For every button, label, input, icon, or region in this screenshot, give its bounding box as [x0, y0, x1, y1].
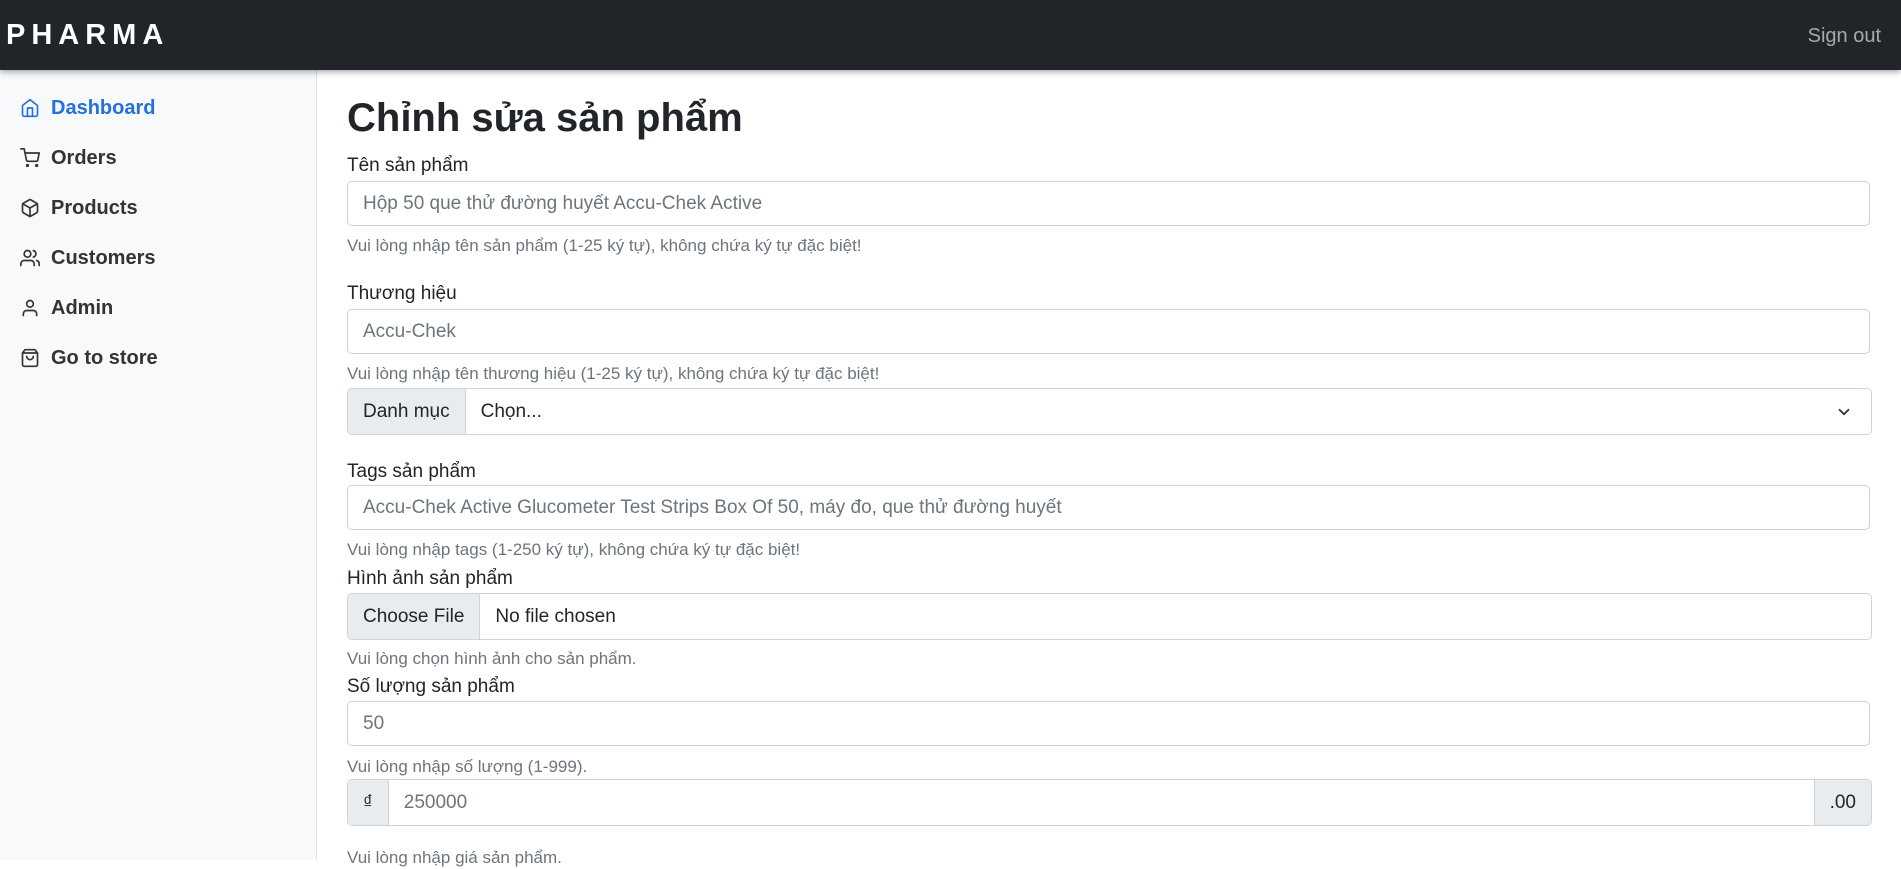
sidebar-item-label: Orders	[51, 146, 117, 169]
home-icon	[20, 98, 40, 118]
image-label: Hình ảnh sản phẩm	[347, 568, 513, 589]
choose-file-button[interactable]: Choose File	[348, 594, 481, 639]
quantity-help: Vui lòng nhập số lượng (1-999).	[347, 757, 588, 776]
category-select-group: Danh mục Chọn...	[347, 388, 1872, 435]
category-addon-label: Danh mục	[348, 389, 466, 434]
product-name-input[interactable]	[347, 181, 1870, 226]
currency-prefix: ₫	[348, 780, 389, 825]
brand-input[interactable]	[347, 309, 1870, 354]
tags-input[interactable]	[347, 485, 1870, 530]
price-help: Vui lòng nhập giá sản phẩm.	[347, 848, 562, 867]
sidebar-item-label: Go to store	[51, 346, 158, 369]
product-name-label: Tên sản phẩm	[347, 155, 469, 176]
shopping-bag-icon	[20, 348, 40, 368]
sidebar-item-dashboard[interactable]: Dashboard	[20, 92, 155, 124]
category-select[interactable]: Chọn...	[466, 389, 1829, 434]
page-title: Chỉnh sửa sản phẩm	[347, 96, 743, 140]
quantity-label: Số lượng sản phẩm	[347, 676, 515, 697]
chevron-down-icon	[1829, 389, 1859, 434]
price-input-group: ₫ .00	[347, 779, 1872, 826]
box-icon	[20, 198, 40, 218]
tags-help: Vui lòng nhập tags (1-250 ký tự), không …	[347, 540, 801, 559]
sidebar-item-label: Dashboard	[51, 96, 156, 119]
brand-logo[interactable]: PHARMA	[6, 18, 169, 52]
sidebar-item-admin[interactable]: Admin	[20, 292, 113, 324]
sidebar-item-customers[interactable]: Customers	[20, 242, 155, 274]
brand-label: Thương hiệu	[347, 283, 457, 304]
quantity-input[interactable]	[347, 701, 1870, 746]
users-icon	[20, 248, 40, 268]
user-icon	[20, 298, 40, 318]
top-navbar: PHARMA Sign out	[0, 0, 1901, 70]
sidebar-item-label: Customers	[51, 246, 156, 269]
sidebar-item-orders[interactable]: Orders	[20, 142, 117, 174]
brand-help: Vui lòng nhập tên thương hiệu (1-25 ký t…	[347, 364, 880, 383]
file-status: No file chosen	[495, 605, 616, 627]
main-content: Chỉnh sửa sản phẩm Tên sản phẩm Vui lòng…	[347, 70, 1872, 867]
sidebar-item-go-to-store[interactable]: Go to store	[20, 342, 158, 374]
sign-out-link[interactable]: Sign out	[1808, 22, 1881, 50]
price-decimal-suffix: .00	[1813, 780, 1871, 825]
image-file-input[interactable]: Choose File No file chosen	[347, 593, 1872, 640]
sidebar: Dashboard Orders Products Customers Admi…	[0, 70, 317, 860]
tags-label: Tags sản phẩm	[347, 461, 476, 482]
sidebar-item-label: Products	[51, 196, 138, 219]
sidebar-item-label: Admin	[51, 296, 114, 319]
sidebar-item-products[interactable]: Products	[20, 192, 138, 224]
image-help: Vui lòng chọn hình ảnh cho sản phẩm.	[347, 649, 637, 668]
product-name-help: Vui lòng nhập tên sản phẩm (1-25 ký tự),…	[347, 236, 862, 255]
price-input[interactable]	[388, 780, 1814, 825]
cart-icon	[20, 148, 40, 168]
